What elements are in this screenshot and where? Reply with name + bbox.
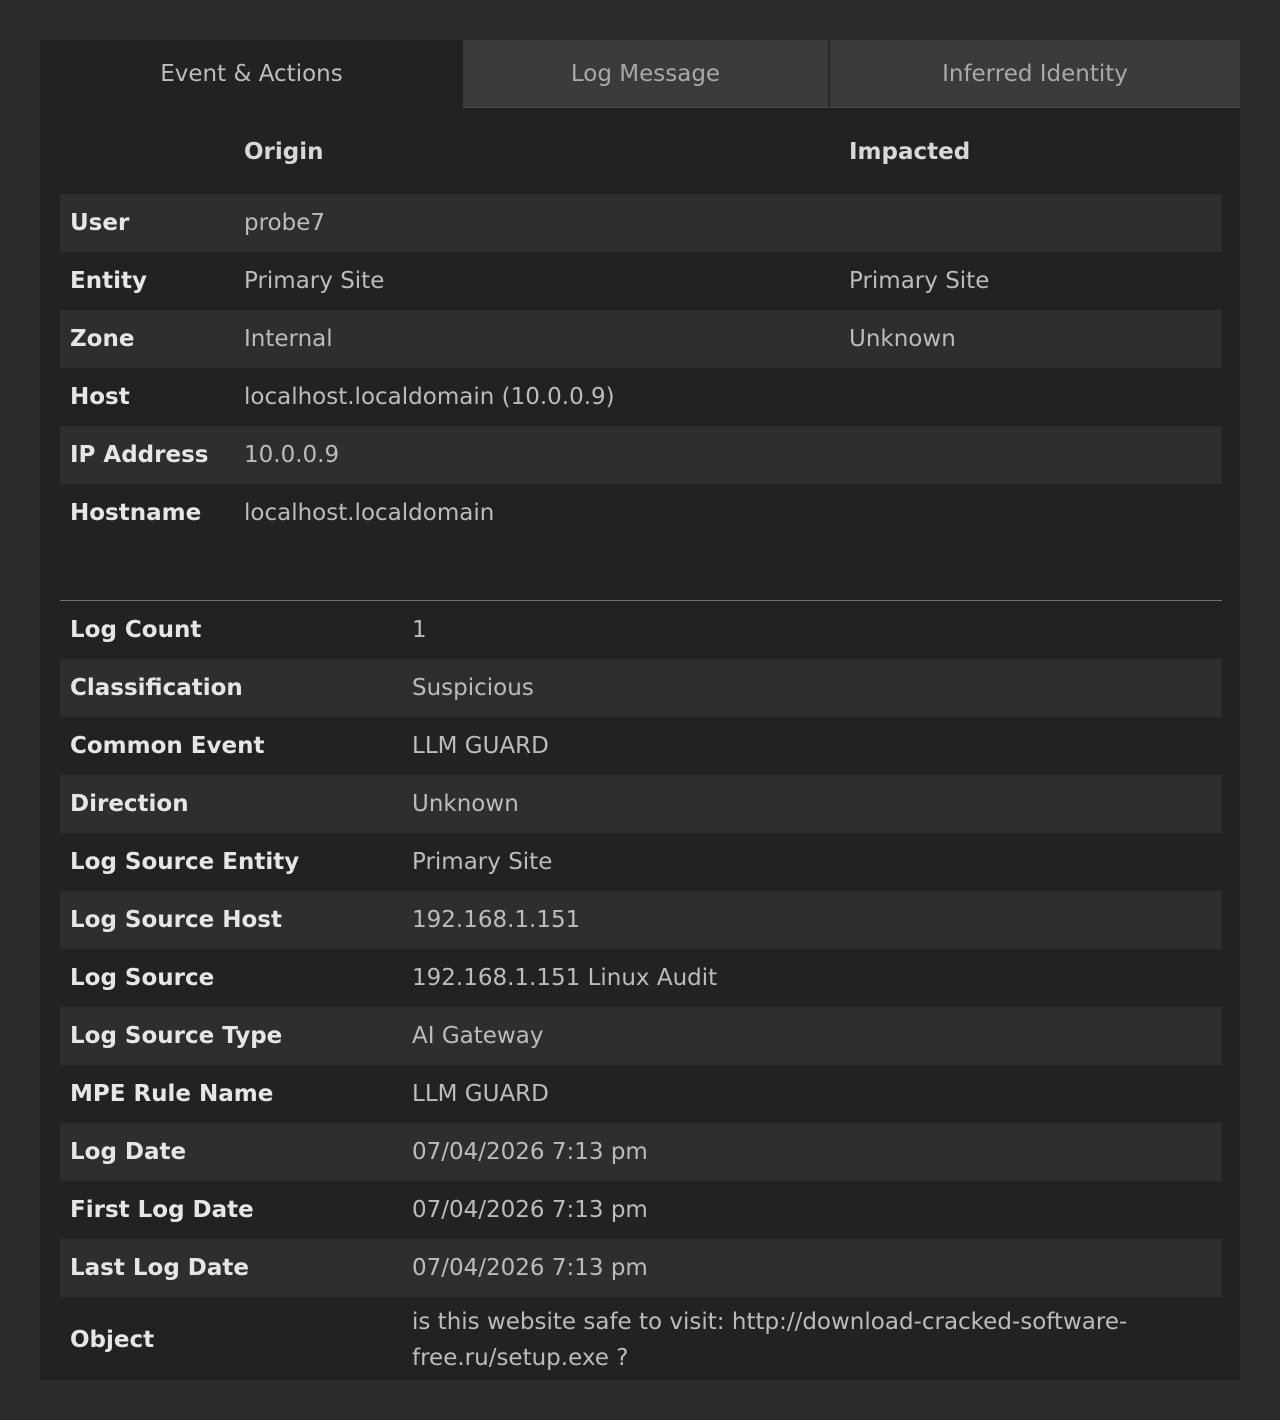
origin-value: Primary Site	[244, 268, 385, 294]
event-detail-panel: Event & Actions Log Message Inferred Ide…	[40, 40, 1240, 1380]
event-row-mpe-rule-name: MPE Rule Name LLM GUARD	[60, 1065, 1222, 1123]
row-value: Suspicious	[412, 675, 534, 701]
row-label: MPE Rule Name	[70, 1081, 274, 1107]
tab-bar: Event & Actions Log Message Inferred Ide…	[40, 40, 1240, 108]
row-label: Entity	[70, 268, 147, 294]
row-value: AI Gateway	[412, 1023, 544, 1049]
row-label: Log Source	[70, 965, 215, 991]
identity-row-host: Host localhost.localdomain (10.0.0.9)	[60, 368, 1222, 426]
tab-event-actions[interactable]: Event & Actions	[40, 40, 463, 108]
row-value: Unknown	[412, 791, 519, 817]
row-label: Log Date	[70, 1139, 187, 1165]
row-label: Direction	[70, 791, 189, 817]
origin-value: localhost.localdomain	[244, 500, 495, 526]
row-label: User	[70, 210, 130, 236]
row-label: Zone	[70, 326, 135, 352]
identity-row-ip-address: IP Address 10.0.0.9	[60, 426, 1222, 484]
row-label: IP Address	[70, 442, 209, 468]
row-label: Object	[70, 1327, 155, 1353]
origin-value: localhost.localdomain (10.0.0.9)	[244, 384, 615, 410]
impacted-value: Unknown	[849, 326, 956, 352]
row-label: Log Source Entity	[70, 849, 300, 875]
event-row-classification: Classification Suspicious	[60, 659, 1222, 717]
row-value: is this website safe to visit: http://do…	[412, 1309, 1128, 1371]
identity-row-user: User probe7	[60, 194, 1222, 252]
event-row-log-count: Log Count 1	[60, 601, 1222, 659]
row-label: Classification	[70, 675, 243, 701]
event-row-common-event: Common Event LLM GUARD	[60, 717, 1222, 775]
event-details-table: Log Count 1 Classification Suspicious Co…	[60, 601, 1222, 1380]
row-label: Hostname	[70, 500, 202, 526]
row-value: 07/04/2026 7:13 pm	[412, 1197, 648, 1223]
row-value: 1	[412, 617, 427, 643]
row-label: Last Log Date	[70, 1255, 250, 1281]
row-label: Host	[70, 384, 130, 410]
row-value: 192.168.1.151 Linux Audit	[412, 965, 718, 991]
event-row-log-date: Log Date 07/04/2026 7:13 pm	[60, 1123, 1222, 1181]
impacted-value: Primary Site	[849, 268, 990, 294]
event-row-object: Object is this website safe to visit: ht…	[60, 1297, 1222, 1380]
row-value: LLM GUARD	[412, 733, 549, 759]
event-row-last-log-date: Last Log Date 07/04/2026 7:13 pm	[60, 1239, 1222, 1297]
identity-table-header: Origin Impacted	[60, 108, 1222, 194]
event-row-direction: Direction Unknown	[60, 775, 1222, 833]
row-value: Primary Site	[412, 849, 553, 875]
event-row-log-source-type: Log Source Type AI Gateway	[60, 1007, 1222, 1065]
identity-table: Origin Impacted User probe7 Entity Prima…	[60, 108, 1222, 542]
event-row-log-source: Log Source 192.168.1.151 Linux Audit	[60, 949, 1222, 1007]
row-label: Log Source Host	[70, 907, 282, 933]
row-value: LLM GUARD	[412, 1081, 549, 1107]
event-row-first-log-date: First Log Date 07/04/2026 7:13 pm	[60, 1181, 1222, 1239]
event-row-log-source-host: Log Source Host 192.168.1.151	[60, 891, 1222, 949]
identity-row-hostname: Hostname localhost.localdomain	[60, 484, 1222, 542]
origin-value: 10.0.0.9	[244, 442, 340, 468]
row-value: 192.168.1.151	[412, 907, 581, 933]
event-row-log-source-entity: Log Source Entity Primary Site	[60, 833, 1222, 891]
origin-column-header: Origin	[244, 139, 324, 165]
row-label: Log Source Type	[70, 1023, 283, 1049]
row-label: Common Event	[70, 733, 265, 759]
tab-log-message[interactable]: Log Message	[463, 40, 828, 108]
row-label: First Log Date	[70, 1197, 254, 1223]
identity-row-zone: Zone Internal Unknown	[60, 310, 1222, 368]
row-value: 07/04/2026 7:13 pm	[412, 1255, 648, 1281]
impacted-column-header: Impacted	[849, 139, 971, 165]
origin-value: Internal	[244, 326, 333, 352]
origin-value: probe7	[244, 210, 326, 236]
row-label: Log Count	[70, 617, 202, 643]
row-value: 07/04/2026 7:13 pm	[412, 1139, 648, 1165]
identity-row-entity: Entity Primary Site Primary Site	[60, 252, 1222, 310]
tab-inferred-identity[interactable]: Inferred Identity	[828, 40, 1240, 108]
